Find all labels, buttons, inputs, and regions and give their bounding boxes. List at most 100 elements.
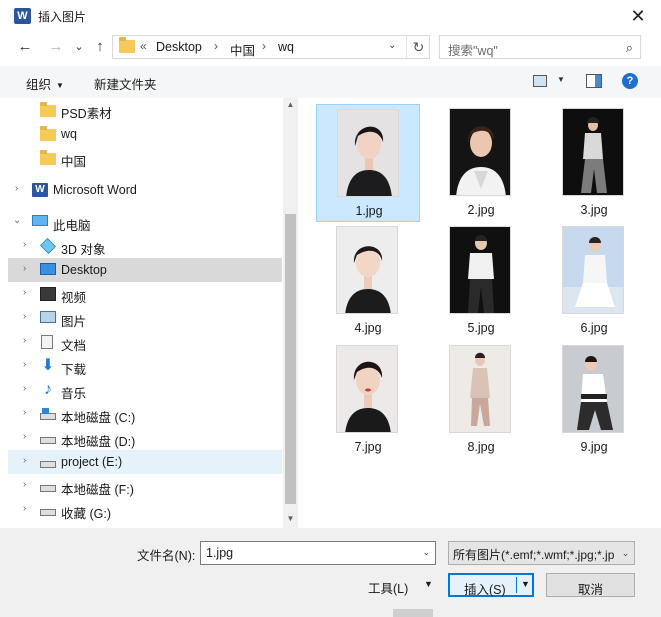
filename-value[interactable]: 1.jpg — [206, 546, 233, 560]
breadcrumb-wq[interactable]: wq — [278, 40, 294, 54]
file-item[interactable]: 8.jpg — [429, 341, 533, 459]
sidebar-item-label: 文档 — [61, 339, 87, 353]
chevron-right-icon[interactable]: › — [23, 263, 26, 274]
sidebar-item-wq[interactable]: wq — [8, 122, 282, 146]
this-pc-icon — [32, 215, 48, 226]
chevron-down-icon[interactable]: ⌄ — [617, 542, 634, 564]
sidebar-item-label: wq — [61, 127, 77, 141]
organize-button[interactable]: 组织 ▼ — [26, 74, 64, 93]
chevron-right-icon[interactable]: › — [23, 335, 26, 346]
sidebar-item-documents[interactable]: › 文档 — [8, 330, 282, 354]
file-item[interactable]: 1.jpg — [316, 104, 420, 222]
insert-options-dropdown[interactable]: ▼ — [521, 579, 530, 589]
sidebar-item-desktop[interactable]: › Desktop — [8, 258, 282, 282]
filename-field[interactable]: 1.jpg ⌄ — [200, 541, 436, 565]
address-bar[interactable]: « Desktop › 中国 › wq ⌄ ↻ — [112, 35, 430, 59]
up-button[interactable]: ↑ — [89, 37, 111, 57]
documents-icon — [41, 335, 53, 349]
file-item[interactable]: 3.jpg — [542, 104, 646, 222]
chevron-right-icon[interactable]: › — [23, 287, 26, 298]
scrollbar-thumb[interactable] — [285, 214, 296, 504]
sidebar-item-microsoft-word[interactable]: › W Microsoft Word — [8, 178, 282, 202]
sidebar-item-drive-d[interactable]: › 本地磁盘 (D:) — [8, 426, 282, 450]
insert-label: 插入(S) — [464, 583, 506, 597]
cancel-button[interactable]: 取消 — [546, 573, 635, 597]
forward-button[interactable]: → — [45, 37, 67, 57]
sidebar-item-drive-c[interactable]: › 本地磁盘 (C:) — [8, 402, 282, 426]
chevron-down-icon[interactable]: ⌄ — [13, 215, 21, 226]
breadcrumb-desktop[interactable]: Desktop — [156, 40, 202, 54]
search-icon[interactable]: ⌕ — [626, 40, 633, 56]
folder-icon — [119, 37, 135, 53]
file-item[interactable]: 4.jpg — [316, 222, 420, 340]
preview-pane-icon[interactable] — [586, 74, 602, 88]
view-options-dropdown[interactable]: ▼ — [557, 75, 565, 84]
new-folder-button[interactable]: 新建文件夹 — [94, 74, 157, 93]
sidebar-item-drive-e[interactable]: › project (E:) — [8, 450, 282, 474]
close-button[interactable]: ✕ — [615, 0, 661, 32]
sidebar-item-videos[interactable]: › 视频 — [8, 282, 282, 306]
chevron-right-icon[interactable]: › — [23, 431, 26, 442]
sidebar-item-label: 此电脑 — [53, 219, 91, 233]
scroll-down-icon[interactable]: ▼ — [283, 514, 298, 523]
sidebar-item-psd[interactable]: PSD素材 — [8, 98, 282, 122]
sidebar-scrollbar[interactable]: ▲ ▼ — [283, 98, 298, 528]
sidebar-item-downloads[interactable]: › ⬇ 下载 — [8, 354, 282, 378]
back-button[interactable]: ← — [14, 37, 36, 57]
sidebar-item-label: 视频 — [61, 291, 87, 305]
chevron-right-icon[interactable]: › — [23, 407, 26, 418]
chevron-right-icon[interactable]: › — [23, 479, 26, 490]
insert-button[interactable]: 插入(S) ▼ — [448, 573, 534, 597]
sidebar-item-label: 中国 — [61, 155, 87, 169]
chevron-down-icon[interactable]: ⌄ — [422, 547, 430, 558]
chevron-right-icon[interactable]: › — [15, 183, 18, 194]
sidebar-item-drive-g[interactable]: › 收藏 (G:) — [8, 498, 282, 522]
sidebar-item-music[interactable]: › ♪ 音乐 — [8, 378, 282, 402]
address-dropdown-icon[interactable]: ⌄ — [388, 40, 396, 51]
search-input[interactable]: 搜索"wq" ⌕ — [439, 35, 641, 59]
filename-label: 文件名(N): — [137, 549, 196, 563]
sidebar-item-pictures[interactable]: › 图片 — [8, 306, 282, 330]
image-thumbnail — [449, 345, 511, 433]
sidebar-item-this-pc[interactable]: ⌄ 此电脑 — [8, 210, 282, 234]
breadcrumb-overflow[interactable]: « — [140, 39, 147, 53]
scroll-up-icon[interactable]: ▲ — [283, 100, 298, 109]
refresh-button[interactable]: ↻ — [406, 36, 430, 58]
organize-label: 组织 — [26, 78, 52, 92]
breadcrumb-separator[interactable]: › — [214, 39, 218, 53]
sidebar-item-label: 图片 — [61, 315, 87, 329]
desktop-icon — [40, 263, 56, 275]
chevron-right-icon[interactable]: › — [23, 455, 26, 466]
sidebar-item-drive-f[interactable]: › 本地磁盘 (F:) — [8, 474, 282, 498]
file-item[interactable]: 9.jpg — [542, 341, 646, 459]
sidebar-item-3d-objects[interactable]: › 3D 对象 — [8, 234, 282, 258]
chevron-right-icon[interactable]: › — [23, 239, 26, 250]
chevron-right-icon[interactable]: › — [23, 311, 26, 322]
chevron-right-icon[interactable]: › — [23, 383, 26, 394]
breadcrumb-china[interactable]: 中国 — [230, 40, 255, 59]
image-thumbnail — [336, 345, 398, 433]
file-item[interactable]: 6.jpg — [542, 222, 646, 340]
file-name: 9.jpg — [580, 440, 608, 454]
sidebar-item-label: 收藏 (G:) — [61, 507, 111, 521]
recent-locations-button[interactable]: ⌄ — [68, 37, 90, 57]
windows-drive-icon — [40, 408, 56, 420]
sidebar-item-china[interactable]: 中国 — [8, 146, 282, 170]
chevron-down-icon: ▼ — [56, 81, 64, 90]
change-view-icon[interactable] — [533, 75, 547, 87]
tools-button[interactable]: 工具(L) ▼ — [368, 573, 440, 597]
navigation-bar: ← → ⌄ ↑ « Desktop › 中国 › wq ⌄ ↻ 搜索"wq" ⌕ — [0, 32, 661, 62]
file-item[interactable]: 2.jpg — [429, 104, 533, 222]
sidebar-item-label: PSD素材 — [61, 107, 112, 121]
resize-grip[interactable] — [393, 609, 433, 617]
folder-icon — [40, 126, 56, 141]
chevron-right-icon[interactable]: › — [23, 503, 26, 514]
chevron-right-icon[interactable]: › — [23, 359, 26, 370]
file-item[interactable]: 5.jpg — [429, 222, 533, 340]
breadcrumb-separator[interactable]: › — [262, 39, 266, 53]
file-type-select[interactable]: 所有图片(*.emf;*.wmf;*.jpg;*.jp ⌄ — [448, 541, 635, 565]
help-icon[interactable]: ? — [622, 73, 638, 89]
download-icon: ⬇ — [41, 357, 55, 374]
file-item[interactable]: 7.jpg — [316, 341, 420, 459]
file-name: 2.jpg — [467, 203, 495, 217]
